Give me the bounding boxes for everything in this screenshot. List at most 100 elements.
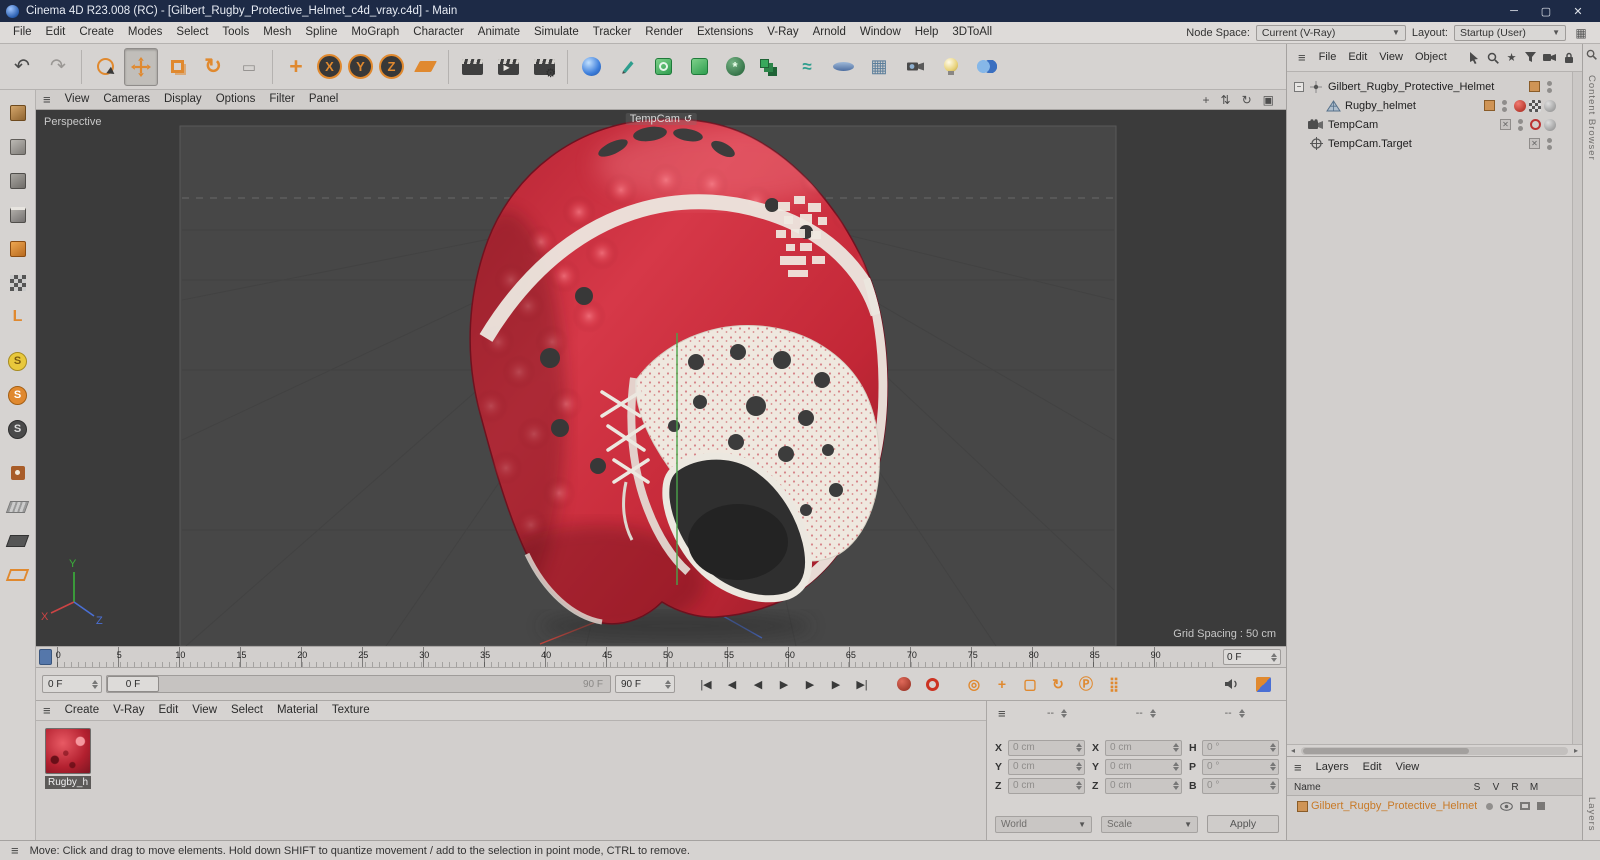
viewport-dolly-icon[interactable]: ⇅: [1221, 93, 1231, 107]
autokeying-button[interactable]: [919, 672, 945, 696]
undo-icon[interactable]: ↶: [5, 48, 39, 86]
record-rotation-toggle[interactable]: ↻: [1045, 672, 1071, 696]
size-x-field[interactable]: 0 cm: [1105, 739, 1182, 756]
materials-menu-item[interactable]: Material: [270, 700, 325, 721]
render-split-toggle[interactable]: [1250, 672, 1276, 696]
sound-toggle[interactable]: [1218, 672, 1244, 696]
object-manager-menu-item[interactable]: Edit: [1342, 47, 1373, 68]
layers-menu-icon[interactable]: ≡: [1287, 760, 1309, 775]
filter-funnel-icon[interactable]: [1523, 50, 1538, 65]
phong-tag-icon[interactable]: [1544, 99, 1556, 112]
menu-item[interactable]: V-Ray: [760, 22, 805, 43]
visibility-dots[interactable]: [1547, 80, 1552, 93]
materials-menu-item[interactable]: V-Ray: [106, 700, 151, 721]
layers-menu-item[interactable]: Edit: [1356, 757, 1389, 778]
record-parameter-toggle[interactable]: Ⓟ: [1073, 672, 1099, 696]
rotation-h-field[interactable]: 0 °: [1202, 739, 1279, 756]
viewport-pan-icon[interactable]: +: [1203, 93, 1210, 107]
lock-x-button[interactable]: X: [317, 54, 342, 79]
close-button[interactable]: ✕: [1562, 0, 1594, 22]
layer-name[interactable]: Gilbert_Rugby_Protective_Helmet: [1311, 800, 1477, 812]
end-frame-field[interactable]: 90 F: [615, 675, 675, 693]
menu-item[interactable]: MoGraph: [344, 22, 406, 43]
spinner-icon[interactable]: [92, 677, 98, 692]
layout-select[interactable]: Startup (User) ▼: [1454, 24, 1566, 41]
menu-item[interactable]: Render: [638, 22, 690, 43]
object-manager-menu-item[interactable]: View: [1373, 47, 1409, 68]
menu-item[interactable]: 3DToAll: [945, 22, 999, 43]
menu-item[interactable]: Tools: [215, 22, 256, 43]
object-name[interactable]: Gilbert_Rugby_Protective_Helmet: [1328, 81, 1494, 93]
minimize-button[interactable]: ─: [1498, 0, 1530, 22]
hscroll-thumb[interactable]: [1303, 747, 1469, 754]
bookmark-star-icon[interactable]: ★: [1504, 50, 1519, 65]
viewport-orbit-icon[interactable]: ↻: [1242, 93, 1252, 107]
visibility-dots[interactable]: [1547, 137, 1552, 150]
generator-icon[interactable]: [682, 48, 716, 86]
coordinates-menu-icon[interactable]: ≡: [991, 706, 1013, 721]
array-icon[interactable]: ▦: [862, 48, 896, 86]
visibility-dots[interactable]: [1502, 99, 1507, 112]
last-tool-icon[interactable]: ▭: [232, 48, 266, 86]
volume-icon[interactable]: *: [718, 48, 752, 86]
viewport-menu-item[interactable]: Display: [157, 89, 209, 110]
materials-menu-item[interactable]: Texture: [325, 700, 377, 721]
lock-icon[interactable]: [1561, 50, 1576, 65]
enabled-checkbox[interactable]: ✕: [1500, 119, 1511, 130]
menu-item[interactable]: Spline: [298, 22, 344, 43]
menu-item[interactable]: Mesh: [256, 22, 298, 43]
next-key-button[interactable]: ▶: [823, 672, 849, 696]
scroll-left-icon[interactable]: ◂: [1287, 746, 1299, 755]
target-tag-icon[interactable]: [1530, 119, 1541, 130]
subdivision-surface-icon[interactable]: [646, 48, 680, 86]
floor-icon[interactable]: [826, 48, 860, 86]
materials-menu-item[interactable]: Select: [224, 700, 270, 721]
rotation-b-field[interactable]: 0 °: [1202, 777, 1279, 794]
record-button[interactable]: [891, 672, 917, 696]
viewport-3d[interactable]: Y X Z Perspective TempCam ↺ Grid Spacing …: [36, 110, 1286, 646]
snap-modes-icon[interactable]: S: [4, 381, 32, 409]
manager-toggle-icon[interactable]: [1537, 802, 1545, 810]
point-mode-icon[interactable]: [4, 167, 32, 195]
timeline-ruler[interactable]: 0 5 10 15 20 25 30 35 40 45 50 55 60 65 70 75 80 85 90 0 F: [36, 646, 1286, 668]
spinner-icon[interactable]: [665, 677, 671, 692]
expander-icon[interactable]: −: [1294, 81, 1304, 92]
object-name[interactable]: TempCam: [1328, 119, 1378, 131]
coordinate-system-icon[interactable]: +: [279, 48, 313, 86]
spline-pen-icon[interactable]: [610, 48, 644, 86]
viewport-menu-item[interactable]: Panel: [302, 89, 345, 110]
object-row-tempcam[interactable]: TempCam ✕: [1287, 115, 1582, 134]
materials-menu-item[interactable]: View: [185, 700, 224, 721]
object-row-tempcam-target[interactable]: TempCam.Target ✕: [1287, 134, 1582, 153]
layers-menu-item[interactable]: View: [1389, 757, 1427, 778]
visibility-eye-icon[interactable]: [1500, 801, 1513, 811]
render-toggle-icon[interactable]: [1520, 802, 1530, 810]
play-forwards-button[interactable]: ▶: [771, 672, 797, 696]
sky-icon[interactable]: [970, 48, 1004, 86]
rotation-group-select[interactable]: --: [1190, 706, 1279, 721]
axis-mode-icon[interactable]: L: [4, 303, 32, 331]
menu-item[interactable]: Arnold: [806, 22, 853, 43]
vray-material-tag-icon[interactable]: [1514, 99, 1526, 112]
object-manager-menu-item[interactable]: File: [1313, 47, 1343, 68]
object-row-helmet-group[interactable]: − Gilbert_Rugby_Protective_Helmet: [1287, 77, 1582, 96]
mograph-cloner-icon[interactable]: [754, 48, 788, 86]
layers-menu-item[interactable]: Layers: [1309, 757, 1356, 778]
scroll-right-icon[interactable]: ▸: [1570, 746, 1582, 755]
object-row-rugby-helmet[interactable]: Rugby_helmet: [1287, 96, 1582, 115]
apply-button[interactable]: Apply: [1207, 815, 1279, 833]
layer-row[interactable]: Gilbert_Rugby_Protective_Helmet: [1287, 796, 1582, 816]
enabled-checkbox[interactable]: ✕: [1529, 138, 1540, 149]
node-space-select[interactable]: Current (V-Ray) ▼: [1255, 24, 1406, 41]
menu-item[interactable]: Help: [908, 22, 946, 43]
menu-item[interactable]: Window: [853, 22, 908, 43]
record-position-toggle[interactable]: +: [989, 672, 1015, 696]
object-manager-menu-item[interactable]: Object: [1409, 47, 1453, 68]
object-tree-hscrollbar[interactable]: ◂ ▸: [1287, 744, 1582, 756]
timeline-slider-handle[interactable]: 0 F: [107, 676, 159, 692]
rotation-p-field[interactable]: 0 °: [1202, 758, 1279, 775]
move-tool-icon[interactable]: [124, 47, 158, 86]
menu-item[interactable]: File: [6, 22, 39, 43]
select-cursor-icon[interactable]: [1466, 50, 1481, 65]
snap-enable-icon[interactable]: S: [4, 347, 32, 375]
